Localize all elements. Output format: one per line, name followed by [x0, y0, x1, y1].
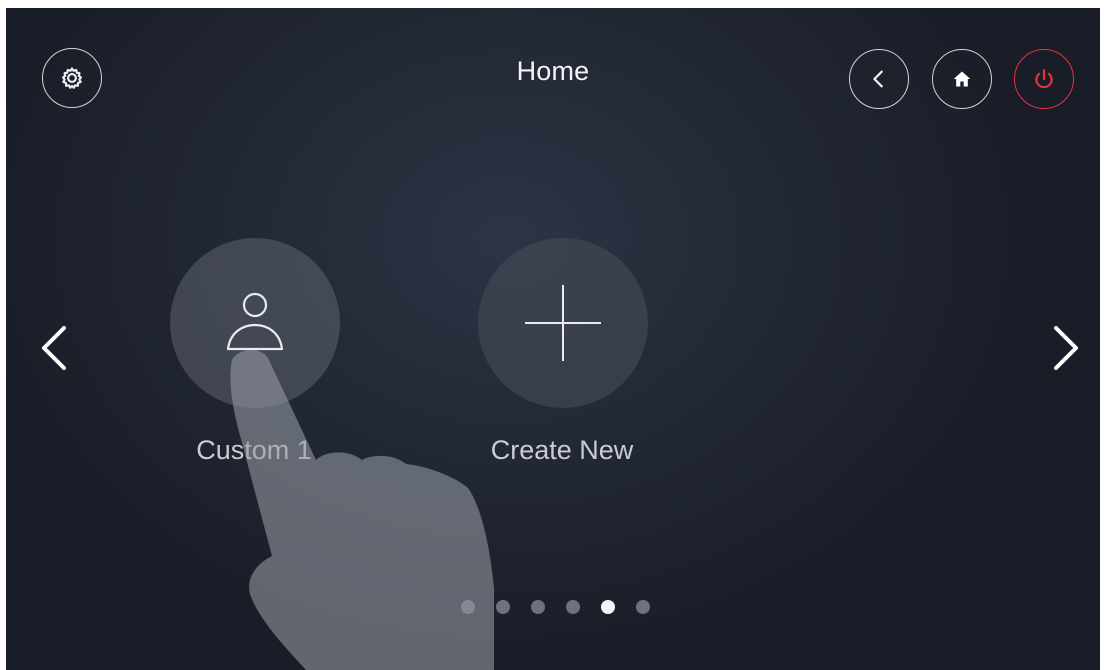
tile-create-new[interactable]: Create New [462, 238, 662, 478]
power-button[interactable] [1014, 49, 1074, 109]
page-dot[interactable] [636, 600, 650, 614]
next-page-button[interactable] [1046, 318, 1086, 378]
tile-label: Create New [490, 435, 634, 465]
chevron-left-icon [873, 70, 883, 88]
power-icon [1035, 69, 1053, 89]
tile-icon-circle [170, 238, 340, 408]
person-icon [226, 292, 284, 351]
chevron-right-icon [1054, 326, 1078, 370]
chevron-left-icon [42, 326, 66, 370]
page-dot[interactable] [496, 600, 510, 614]
home-button[interactable] [932, 49, 992, 109]
page-dot[interactable] [461, 600, 475, 614]
tile-icon-circle [478, 238, 648, 408]
house-icon [953, 71, 971, 87]
pagination-dots [461, 600, 650, 614]
page-dot-active[interactable] [601, 600, 615, 614]
home-screen: Home Custom 1 Create New [6, 8, 1100, 670]
plus-icon [525, 285, 601, 361]
page-dot[interactable] [566, 600, 580, 614]
page-dot[interactable] [531, 600, 545, 614]
back-button[interactable] [849, 49, 909, 109]
tile-label: Custom 1 [196, 435, 312, 465]
previous-page-button[interactable] [34, 318, 74, 378]
tile-custom-1[interactable]: Custom 1 [154, 238, 354, 478]
